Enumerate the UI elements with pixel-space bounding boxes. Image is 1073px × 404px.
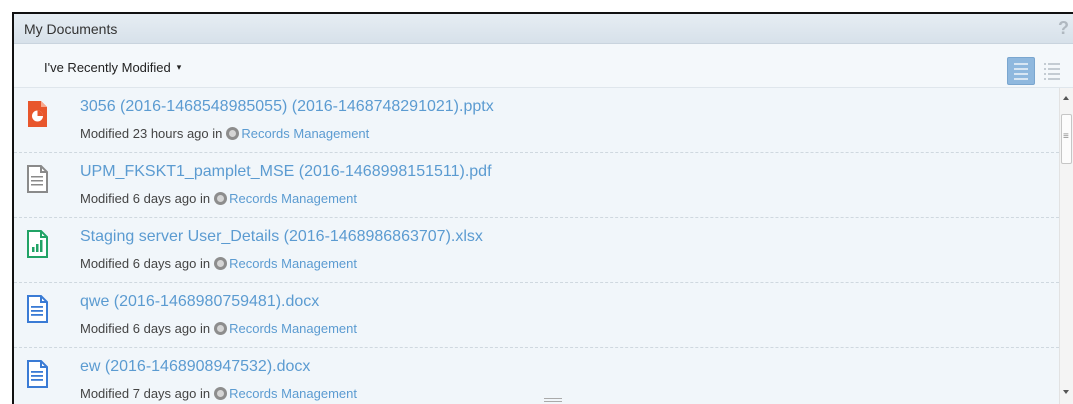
document-name-link[interactable]: ew (2016-1468908947532).docx [80, 358, 310, 376]
site-icon [214, 387, 228, 400]
dashlet-toolbar: I've Recently Modified ▾ [14, 44, 1073, 88]
site-link[interactable]: Records Management [229, 191, 357, 206]
modified-text: Modified 6 days ago in [80, 321, 211, 336]
word-icon[interactable] [26, 295, 48, 323]
scroll-down-icon[interactable] [1063, 390, 1069, 394]
site-link[interactable]: Records Management [229, 386, 357, 401]
word-icon[interactable] [26, 360, 48, 388]
help-icon[interactable]: ? [1058, 18, 1069, 39]
document-item: UPM_FKSKT1_pamplet_MSE (2016-14689981515… [14, 153, 1059, 218]
document-name-link[interactable]: Staging server User_Details (2016-146898… [80, 228, 483, 246]
vertical-scrollbar[interactable] [1059, 88, 1073, 404]
simple-view-button[interactable] [1039, 57, 1067, 85]
generic-document-icon[interactable] [26, 165, 48, 193]
document-meta: Modified 23 hours ago in Records Manageme… [80, 126, 369, 141]
document-item: Staging server User_Details (2016-146898… [14, 218, 1059, 283]
document-item: 3056 (2016-1468548985055) (2016-14687482… [14, 88, 1059, 153]
document-name-link[interactable]: qwe (2016-1468980759481).docx [80, 293, 319, 311]
document-meta: Modified 6 days ago in Records Management [80, 256, 357, 271]
document-meta: Modified 7 days ago in Records Management [80, 386, 357, 401]
excel-icon[interactable] [26, 230, 48, 258]
detailed-list-icon [1014, 62, 1028, 80]
document-item: ew (2016-1468908947532).docx Modified 7 d… [14, 348, 1059, 404]
filter-label: I've Recently Modified [44, 60, 171, 75]
scrollbar-thumb[interactable] [1061, 114, 1072, 164]
document-name-link[interactable]: UPM_FKSKT1_pamplet_MSE (2016-14689981515… [80, 163, 492, 181]
modified-text: Modified 7 days ago in [80, 386, 211, 401]
site-icon [226, 127, 240, 140]
dashlet-title-bar: My Documents ? [14, 14, 1073, 44]
site-icon [214, 192, 228, 205]
document-meta: Modified 6 days ago in Records Management [80, 191, 357, 206]
simple-list-icon [1044, 62, 1060, 80]
site-icon [214, 257, 228, 270]
site-link[interactable]: Records Management [229, 256, 357, 271]
detailed-view-button[interactable] [1007, 57, 1035, 85]
document-item: qwe (2016-1468980759481).docx Modified 6 … [14, 283, 1059, 348]
scroll-up-icon[interactable] [1063, 96, 1069, 100]
powerpoint-icon[interactable] [26, 100, 48, 128]
modified-text: Modified 6 days ago in [80, 256, 211, 271]
document-name-link[interactable]: 3056 (2016-1468548985055) (2016-14687482… [80, 98, 494, 116]
document-meta: Modified 6 days ago in Records Management [80, 321, 357, 336]
site-link[interactable]: Records Management [241, 126, 369, 141]
site-icon [214, 322, 228, 335]
modified-text: Modified 23 hours ago in [80, 126, 223, 141]
my-documents-dashlet: My Documents ? I've Recently Modified ▾ 3… [12, 12, 1073, 404]
dashlet-title: My Documents [24, 20, 118, 37]
chevron-down-icon: ▾ [176, 62, 182, 72]
filter-dropdown[interactable]: I've Recently Modified ▾ [44, 60, 181, 75]
modified-text: Modified 6 days ago in [80, 191, 211, 206]
resize-grip-icon[interactable] [544, 398, 562, 402]
site-link[interactable]: Records Management [229, 321, 357, 336]
document-list: 3056 (2016-1468548985055) (2016-14687482… [14, 88, 1059, 404]
